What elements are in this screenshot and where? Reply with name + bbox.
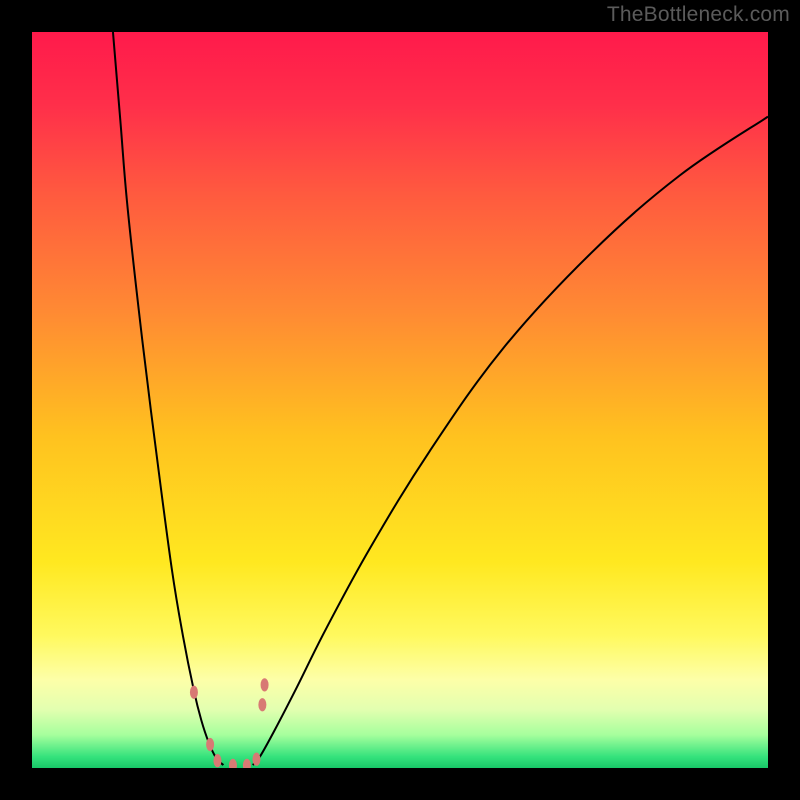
bottleneck-curve-chart <box>32 32 768 768</box>
chart-frame: TheBottleneck.com <box>0 0 800 800</box>
data-marker <box>258 698 266 711</box>
watermark-text: TheBottleneck.com <box>607 3 790 27</box>
data-marker <box>213 754 221 767</box>
data-marker <box>252 753 260 766</box>
data-marker <box>206 738 214 751</box>
data-marker <box>190 686 198 699</box>
data-marker <box>261 678 269 691</box>
gradient-background <box>32 32 768 768</box>
plot-area <box>32 32 768 768</box>
